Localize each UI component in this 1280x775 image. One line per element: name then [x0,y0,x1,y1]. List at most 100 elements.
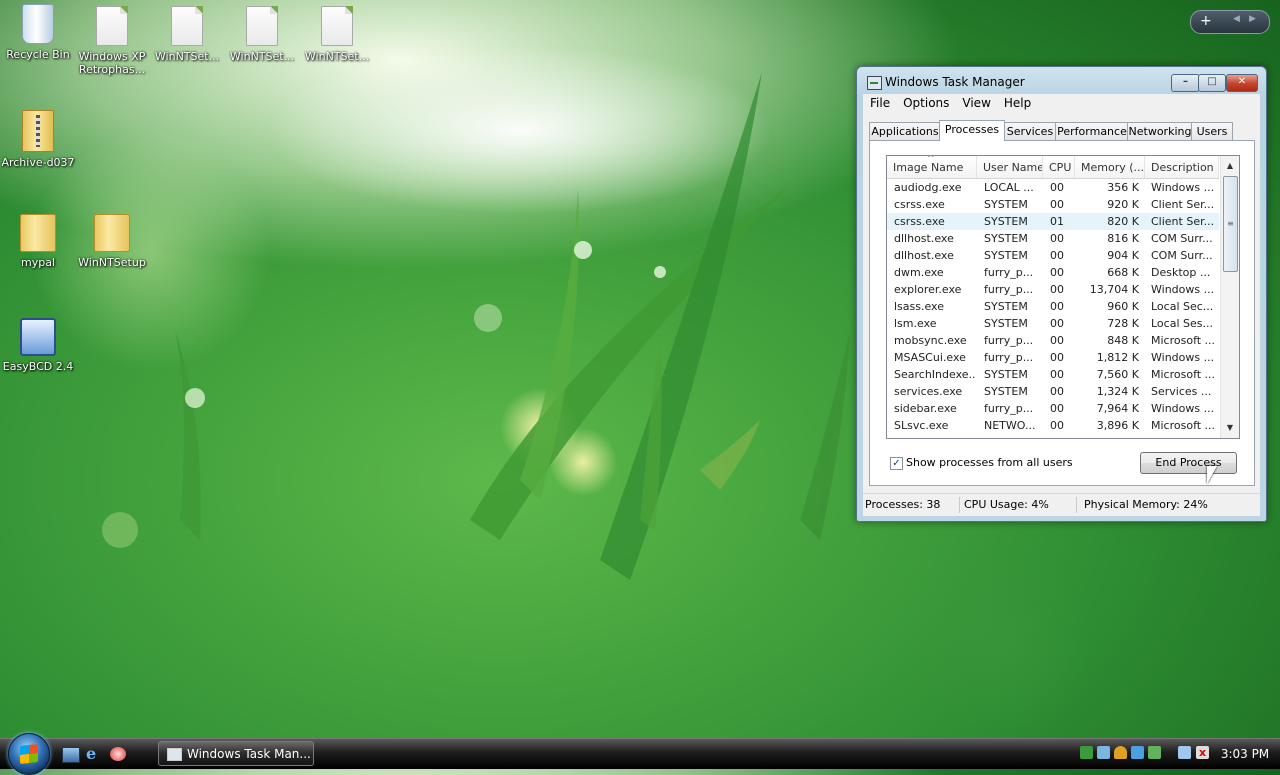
column-cpu[interactable]: CPU [1043,156,1075,178]
desktop-icon-winntsetup-folder[interactable]: WinNTSetup [74,214,150,269]
desktop-icon-mypal[interactable]: mypal [0,214,76,269]
column-description[interactable]: Description [1145,156,1219,178]
process-row[interactable]: csrss.exe SYSTEM 01 820 K Client Ser... [887,213,1219,230]
task-manager-window[interactable]: Windows Task Manager – □ ✕ File Options Vi… [856,66,1267,522]
process-row[interactable]: MSASCui.exe furry_p... 00 1,812 K Windows ..… [887,349,1219,366]
tab-users[interactable]: Users [1191,122,1233,140]
column-memory[interactable]: Memory (... [1075,156,1145,178]
process-rows: audiodg.exe LOCAL ... 00 356 K Windows ... cs… [887,179,1219,434]
tab-area: Applications Processes Services Performa… [863,112,1260,512]
process-image-name: SLsvc.exe [894,419,949,432]
maximize-button[interactable]: □ [1198,74,1226,92]
show-all-users-checkbox[interactable]: ✓ [890,457,903,470]
process-image-name: dwm.exe [894,266,944,279]
close-button[interactable]: ✕ [1226,74,1258,92]
desktop-icon-label: mypal [20,256,55,269]
process-row[interactable]: dllhost.exe SYSTEM 00 904 K COM Surr... [887,247,1219,264]
desktop-icon-winntsetup-3[interactable]: WinNTSet... [299,6,375,63]
status-cpu-usage: CPU Usage: 4% [962,497,1077,513]
process-image-name: csrss.exe [894,215,945,228]
menu-help[interactable]: Help [997,94,1037,110]
tab-applications[interactable]: Applications [869,122,941,140]
desktop-icon-windows-xp-retrophase[interactable]: Windows XP Retrophas... [74,6,150,76]
show-desktop-icon[interactable] [62,747,80,763]
document-icon [321,6,353,46]
process-image-name: csrss.exe [894,198,945,211]
process-row[interactable]: dwm.exe furry_p... 00 668 K Desktop ... [887,264,1219,281]
desktop-icon-winntsetup-2[interactable]: WinNTSet... [224,6,300,63]
scroll-down-icon[interactable]: ▼ [1221,420,1239,436]
process-row[interactable]: sidebar.exe furry_p... 00 7,964 K Windows ..… [887,400,1219,417]
process-row[interactable]: dllhost.exe SYSTEM 00 816 K COM Surr... [887,230,1219,247]
process-description: COM Surr... [1151,232,1213,245]
add-gadget-icon[interactable]: + [1200,13,1212,29]
desktop-icon-label: WinNTSet... [229,50,295,63]
process-cpu: 00 [1050,181,1064,194]
desktop-icon-label: Windows XP Retrophas... [78,50,146,76]
process-row[interactable]: services.exe SYSTEM 00 1,324 K Services ... [887,383,1219,400]
process-user-name: SYSTEM [984,232,1028,245]
tab-processes[interactable]: Processes [939,120,1005,141]
minimize-button[interactable]: – [1171,74,1200,92]
start-button[interactable] [8,733,50,775]
process-user-name: SYSTEM [984,249,1028,262]
process-row[interactable]: mobsync.exe furry_p... 00 848 K Microsoft ..… [887,332,1219,349]
clock[interactable]: 3:03 PM [1220,742,1270,766]
shield-icon[interactable] [1114,746,1127,759]
desktop-icon-archive[interactable]: Archive-d037 [0,110,76,169]
process-row[interactable]: lsass.exe SYSTEM 00 960 K Local Sec... [887,298,1219,315]
desktop-icon-winntsetup-1[interactable]: WinNTSet... [149,6,225,63]
zip-folder-icon [22,110,54,152]
next-icon[interactable]: ▶ [1249,14,1256,24]
volume-muted-icon[interactable]: x [1196,746,1209,759]
process-memory: 3,896 K [1096,419,1139,432]
tray-network-icon[interactable] [1097,746,1110,759]
process-description: Windows ... [1151,351,1215,364]
menu-options[interactable]: Options [896,94,955,110]
column-image-name[interactable]: Image Name [887,156,977,178]
process-cpu: 00 [1050,317,1064,330]
processes-panel: Image Name User Name CPU Memory (... Des… [869,140,1255,486]
process-description: COM Surr... [1151,249,1213,262]
tray-app-icon[interactable] [1080,746,1093,759]
scroll-up-icon[interactable]: ▲ [1221,158,1239,174]
desktop-icon-label: EasyBCD 2.4 [2,360,74,373]
show-all-users-label: Show processes from all users [906,456,1073,469]
process-row[interactable]: csrss.exe SYSTEM 00 920 K Client Ser... [887,196,1219,213]
desktop-icon-recycle-bin[interactable]: Recycle Bin [0,4,76,61]
process-list-scrollbar[interactable]: ▲ ≡ ▼ [1220,156,1239,438]
system-tray: x 3:03 PM [1072,742,1280,766]
process-row[interactable]: lsm.exe SYSTEM 00 728 K Local Ses... [887,315,1219,332]
process-image-name: dllhost.exe [894,249,954,262]
sidebar-gadget-controls[interactable]: + ◀ ▶ [1190,10,1270,34]
document-icon [171,6,203,46]
end-process-button[interactable]: End Process [1140,452,1237,474]
scroll-thumb[interactable]: ≡ [1223,176,1238,272]
menu-view[interactable]: View [955,94,996,110]
tray-sync-icon[interactable] [1148,746,1161,759]
tab-performance[interactable]: Performance [1055,122,1129,140]
taskbar-button-task-manager[interactable]: Windows Task Man... [158,741,314,766]
tab-networking[interactable]: Networking [1127,122,1193,140]
process-row[interactable]: SLsvc.exe NETWO... 00 3,896 K Microsoft ... [887,417,1219,434]
process-cpu: 00 [1050,351,1064,364]
process-row[interactable]: audiodg.exe LOCAL ... 00 356 K Windows ... [887,179,1219,196]
tab-services[interactable]: Services [1003,122,1057,140]
process-list[interactable]: Image Name User Name CPU Memory (... Des… [886,155,1240,439]
process-description: Services ... [1151,385,1212,398]
process-row[interactable]: explorer.exe furry_p... 00 13,704 K Windows … [887,281,1219,298]
quick-launch-app-icon[interactable] [110,747,126,761]
internet-explorer-icon[interactable]: e [86,746,102,762]
network-icon[interactable] [1178,746,1191,759]
previous-icon[interactable]: ◀ [1233,14,1240,24]
process-image-name: MSASCui.exe [894,351,966,364]
column-user-name[interactable]: User Name [977,156,1043,178]
desktop-icon-easybcd[interactable]: EasyBCD 2.4 [0,318,76,373]
tray-security-icon[interactable] [1131,746,1144,759]
process-description: Client Ser... [1151,198,1215,211]
document-icon [246,6,278,46]
process-memory: 13,704 K [1089,283,1139,296]
process-row[interactable]: SearchIndexe... SYSTEM 00 7,560 K Microsoft … [887,366,1219,383]
process-memory: 904 K [1107,249,1139,262]
menu-file[interactable]: File [863,94,896,110]
